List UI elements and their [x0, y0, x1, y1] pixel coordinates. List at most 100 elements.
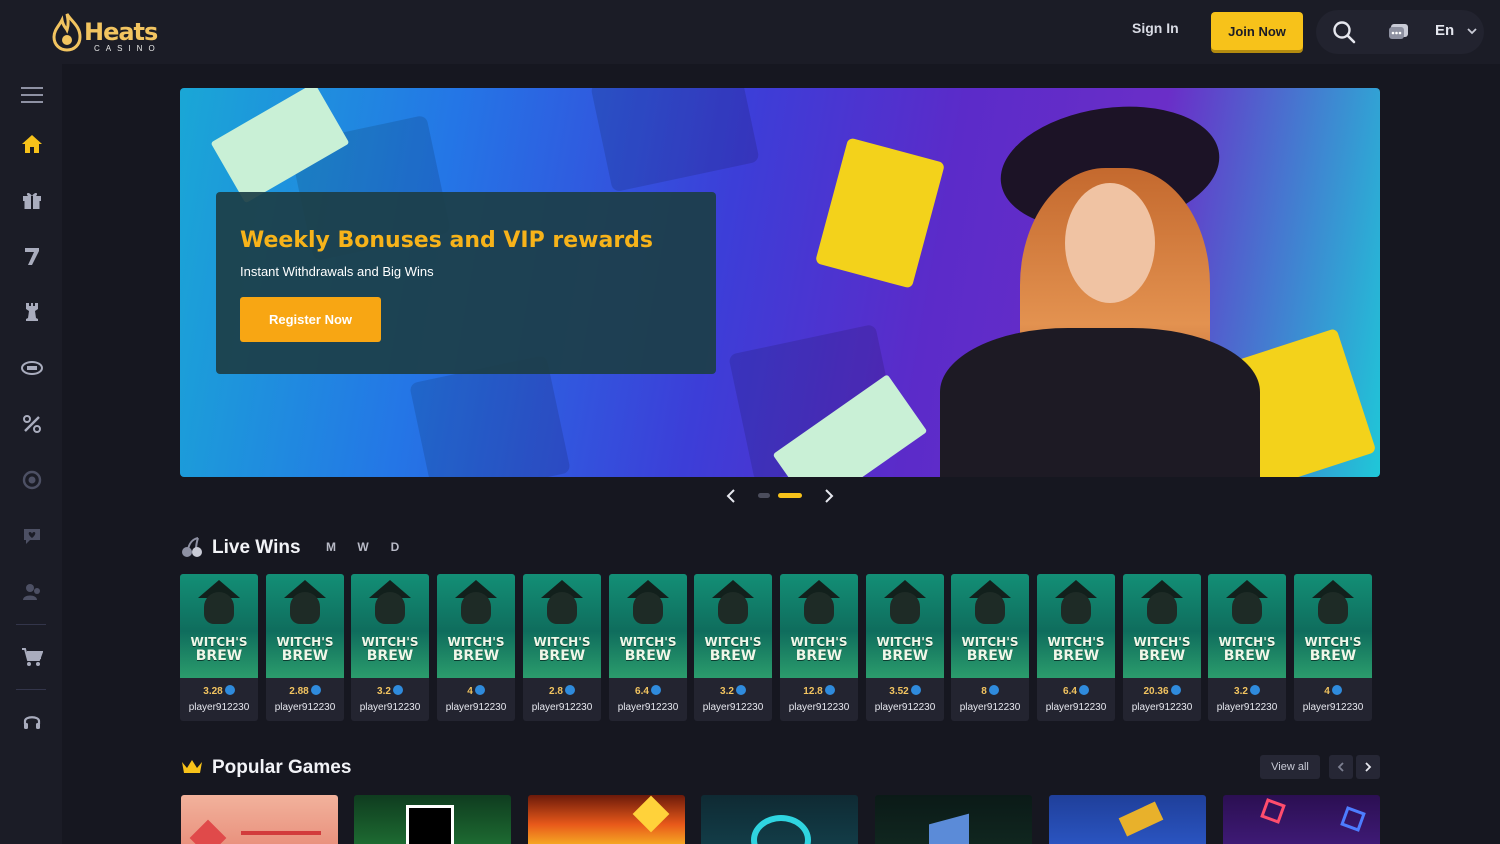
- win-amount-value: 3.52: [889, 686, 909, 697]
- logo[interactable]: Heats CASINO: [50, 10, 180, 56]
- cart-icon[interactable]: [20, 645, 44, 669]
- live-win-card[interactable]: WITCH'S BREW 3.2 player912230: [694, 574, 772, 721]
- live-win-card[interactable]: WITCH'S BREW 3.52 player912230: [866, 574, 944, 721]
- win-amount: 12.8: [780, 685, 858, 697]
- win-amount-value: 3.2: [720, 686, 734, 697]
- heart-chat-icon[interactable]: [20, 524, 44, 548]
- live-win-card[interactable]: WITCH'S BREW 3.2 player912230: [351, 574, 429, 721]
- live-win-card[interactable]: WITCH'S BREW 12.8 player912230: [780, 574, 858, 721]
- live-table-icon[interactable]: [20, 356, 44, 380]
- coin-icon: [224, 685, 235, 695]
- filter-week[interactable]: W: [351, 537, 375, 557]
- rook-icon[interactable]: [20, 300, 44, 324]
- filter-month[interactable]: M: [319, 537, 343, 557]
- game-thumbnail: WITCH'S BREW: [1208, 574, 1286, 678]
- win-amount: 2.8: [523, 685, 601, 697]
- view-all-button[interactable]: View all: [1260, 755, 1320, 779]
- flame-icon: [52, 13, 82, 52]
- chevron-left-icon[interactable]: [1329, 755, 1353, 779]
- coin-icon: [1249, 685, 1260, 695]
- player-name: player912230: [1216, 702, 1278, 713]
- discount-icon[interactable]: [20, 412, 44, 436]
- chat-icon[interactable]: [1387, 20, 1411, 44]
- home-icon[interactable]: [20, 132, 44, 156]
- game-card[interactable]: [875, 795, 1032, 844]
- chevron-down-icon[interactable]: [1466, 24, 1478, 42]
- witch-figure: [890, 592, 920, 624]
- game-card[interactable]: [181, 795, 338, 844]
- header-tools: En: [1316, 10, 1484, 54]
- game-title-line2: BREW: [709, 648, 757, 664]
- search-icon[interactable]: [1332, 20, 1356, 44]
- vip-icon[interactable]: [20, 468, 44, 492]
- live-win-card[interactable]: WITCH'S BREW 20.36 player912230: [1123, 574, 1201, 721]
- promo-title: Weekly Bonuses and VIP rewards: [240, 228, 654, 253]
- filter-day[interactable]: D: [383, 537, 407, 557]
- live-win-card[interactable]: WITCH'S BREW 6.4 player912230: [1037, 574, 1115, 721]
- live-win-card[interactable]: WITCH'S BREW 4 player912230: [437, 574, 515, 721]
- game-title-line2: BREW: [538, 648, 586, 664]
- coin-icon: [564, 685, 575, 695]
- live-win-card[interactable]: WITCH'S BREW 8 player912230: [951, 574, 1029, 721]
- game-thumbnail: WITCH'S BREW: [694, 574, 772, 678]
- game-thumbnail: WITCH'S BREW: [1294, 574, 1372, 678]
- game-title-line1: WITCH'S: [1047, 635, 1105, 649]
- language-selector[interactable]: En: [1435, 22, 1454, 39]
- live-wins-list: WITCH'S BREW 3.28 player912230 WITCH'S BREW 2.…: [180, 574, 1380, 722]
- game-title-line1: WITCH'S: [190, 635, 248, 649]
- game-thumbnail: WITCH'S BREW: [780, 574, 858, 678]
- game-thumbnail: WITCH'S BREW: [351, 574, 429, 678]
- join-now-button[interactable]: Join Now: [1211, 12, 1303, 50]
- coin-icon: [1170, 685, 1181, 695]
- player-name: player912230: [874, 702, 936, 713]
- win-amount-value: 3.2: [1234, 686, 1248, 697]
- headset-icon[interactable]: [20, 710, 44, 734]
- slot-seven-icon[interactable]: [20, 244, 44, 268]
- witch-figure: [375, 592, 405, 624]
- player-name: player912230: [1302, 702, 1364, 713]
- live-win-card[interactable]: WITCH'S BREW 2.88 player912230: [266, 574, 344, 721]
- cherries-icon: [180, 536, 204, 563]
- register-now-button[interactable]: Register Now: [240, 297, 381, 342]
- game-title-line1: WITCH'S: [704, 635, 762, 649]
- win-amount-value: 8: [981, 686, 987, 697]
- game-title-line1: WITCH'S: [790, 635, 848, 649]
- win-amount-value: 4: [467, 686, 473, 697]
- game-title-line2: BREW: [452, 648, 500, 664]
- game-thumbnail: WITCH'S BREW: [951, 574, 1029, 678]
- carousel-prev-icon[interactable]: [724, 487, 738, 510]
- game-card[interactable]: [354, 795, 511, 844]
- coin-icon: [392, 685, 403, 695]
- witch-figure: [1061, 592, 1091, 624]
- game-card[interactable]: [1049, 795, 1206, 844]
- win-amount-value: 3.2: [377, 686, 391, 697]
- game-title-line2: BREW: [366, 648, 414, 664]
- live-win-card[interactable]: WITCH'S BREW 6.4 player912230: [609, 574, 687, 721]
- carousel-dot-active[interactable]: [778, 493, 802, 498]
- users-icon[interactable]: [20, 580, 44, 604]
- menu-icon[interactable]: [20, 83, 44, 107]
- win-amount: 3.2: [694, 685, 772, 697]
- game-card[interactable]: [701, 795, 858, 844]
- sign-in-link[interactable]: Sign In: [1132, 20, 1179, 36]
- live-win-card[interactable]: WITCH'S BREW 3.2 player912230: [1208, 574, 1286, 721]
- win-amount: 3.2: [1208, 685, 1286, 697]
- witch-figure: [718, 592, 748, 624]
- carousel-dot[interactable]: [758, 493, 770, 498]
- chevron-right-icon[interactable]: [1356, 755, 1380, 779]
- live-wins-title: Live Wins: [212, 537, 301, 558]
- live-win-card[interactable]: WITCH'S BREW 2.8 player912230: [523, 574, 601, 721]
- win-amount: 6.4: [1037, 685, 1115, 697]
- game-title-line2: BREW: [1223, 648, 1271, 664]
- live-win-card[interactable]: WITCH'S BREW 4 player912230: [1294, 574, 1372, 721]
- carousel-next-icon[interactable]: [822, 487, 836, 510]
- game-thumbnail: WITCH'S BREW: [609, 574, 687, 678]
- witch-figure: [975, 592, 1005, 624]
- game-card[interactable]: [528, 795, 685, 844]
- live-win-card[interactable]: WITCH'S BREW 3.28 player912230: [180, 574, 258, 721]
- game-card[interactable]: [1223, 795, 1380, 844]
- gift-icon[interactable]: [20, 188, 44, 212]
- face-decor: [1065, 183, 1155, 303]
- game-title-line1: WITCH'S: [1304, 635, 1362, 649]
- coin-icon: [1331, 685, 1342, 695]
